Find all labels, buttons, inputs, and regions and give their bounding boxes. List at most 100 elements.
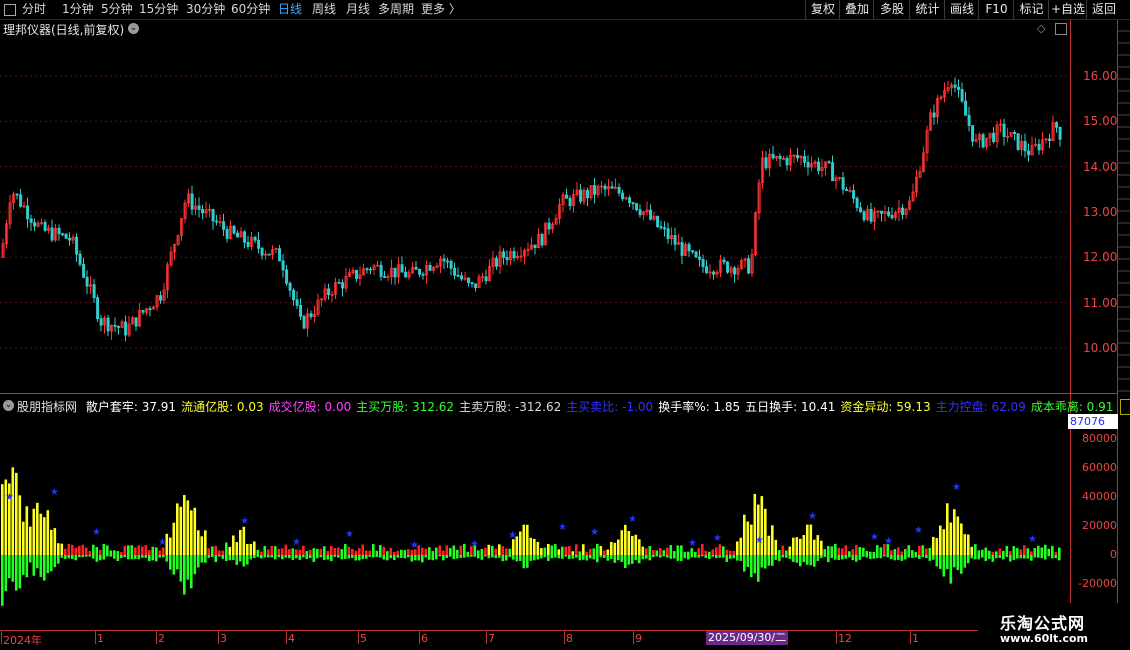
toolbar-button-3[interactable]: 统计 [909, 0, 945, 19]
candle-body [1027, 150, 1031, 156]
indicator-bar [200, 536, 204, 555]
indicator-neg-bar [914, 555, 918, 558]
period-tab-4[interactable]: 30分钟 [186, 2, 225, 17]
indicator-neg-bar [946, 555, 949, 570]
toolbar-button-5[interactable]: F10 [978, 0, 1014, 19]
price-label: 12.00 [1083, 250, 1118, 265]
period-tab-8[interactable]: 月线 [346, 2, 370, 17]
indicator-neg-bar [46, 555, 50, 574]
indicator-bar [1005, 545, 1009, 555]
indicator-neg-bar [970, 555, 974, 559]
candle-body [299, 305, 303, 317]
period-tab-6[interactable]: 日线 [278, 2, 302, 17]
indicator-neg-bar [403, 555, 407, 559]
indicator-menu-icon[interactable]: ⌄ [3, 400, 14, 411]
indicator-bar [592, 548, 596, 555]
indicator-neg-bar [918, 555, 921, 559]
indicator-neg-bar [498, 555, 501, 558]
indicator-neg-bar [102, 555, 106, 560]
candle-body [586, 189, 590, 199]
chevron-down-icon[interactable]: ⌄ [128, 23, 139, 34]
indicator-neg-bar [631, 555, 634, 564]
indicator-bar [232, 535, 235, 555]
period-tab-0[interactable]: 分时 [22, 2, 46, 17]
indicator-bar [806, 524, 809, 555]
indicator-neg-bar [141, 555, 144, 558]
candle-body [467, 277, 471, 284]
indicator-neg-bar [225, 555, 228, 562]
side-tab-icon[interactable] [1120, 399, 1130, 415]
candle-body [638, 209, 642, 216]
indicator-bar [480, 548, 484, 555]
indicator-neg-bar [333, 555, 337, 557]
indicator-bar [4, 479, 8, 555]
indicator-axis-label: 0 [1110, 548, 1117, 561]
indicator-bar [715, 547, 718, 555]
indicator-bar [64, 548, 67, 555]
indicator-neg-bar [869, 555, 872, 559]
maximize-icon[interactable] [1055, 23, 1067, 35]
indicator-neg-bar [43, 555, 46, 581]
candle-body [232, 225, 236, 234]
candle-body [309, 313, 313, 318]
candle-body [124, 321, 128, 336]
candlestick-chart[interactable] [0, 35, 1068, 390]
indicator-bar [921, 545, 925, 555]
indicator-bar [631, 535, 634, 555]
toolbar-button-4[interactable]: 画线 [944, 0, 979, 19]
side-info-strip[interactable] [1118, 20, 1130, 392]
indicator-neg-bar [183, 555, 186, 595]
period-tab-7[interactable]: 周线 [312, 2, 336, 17]
period-tab-10[interactable]: 更多 〉 [421, 2, 461, 17]
toolbar-button-8[interactable]: 返回 [1086, 0, 1121, 19]
period-tab-2[interactable]: 5分钟 [101, 2, 133, 17]
candle-body [890, 215, 894, 219]
indicator-bar [1019, 549, 1023, 555]
period-tab-9[interactable]: 多周期 [378, 2, 414, 17]
window-menu-icon[interactable] [4, 4, 16, 16]
indicator-bar [92, 544, 95, 555]
candle-body [404, 271, 408, 278]
indicator-neg-bar [1005, 555, 1009, 557]
period-tab-3[interactable]: 15分钟 [139, 2, 178, 17]
candle-body [474, 283, 478, 288]
candle-body [803, 156, 807, 163]
indicator-bar [130, 545, 134, 555]
candle-body [817, 161, 821, 172]
indicator-bar [953, 509, 956, 555]
candle-body [26, 205, 30, 220]
candle-body [369, 268, 373, 271]
cursor-date-badge: 2025/09/30/二 [706, 631, 789, 645]
signal-star-icon: ★ [508, 530, 517, 541]
indicator-bar [718, 544, 722, 555]
candle-body [771, 153, 775, 159]
indicator-neg-bar [676, 555, 680, 561]
period-tab-5[interactable]: 60分钟 [231, 2, 270, 17]
toolbar-button-0[interactable]: 复权 [805, 0, 840, 19]
indicator-neg-bar [865, 555, 869, 558]
indicator-bar [438, 545, 442, 555]
indicator-neg-bar [925, 555, 928, 559]
cursor-value-badge: 87076 [1068, 414, 1118, 429]
indicator-bar [701, 543, 704, 555]
indicator-neg-bar [974, 555, 977, 560]
indicator-neg-bar [361, 555, 365, 560]
indicator-neg-bar [711, 555, 715, 557]
indicator-neg-bar [137, 555, 141, 560]
toolbar-button-6[interactable]: 标记 [1013, 0, 1049, 19]
toolbar-button-2[interactable]: 多股 [873, 0, 910, 19]
date-label: 9 [635, 632, 642, 645]
candle-body [712, 271, 716, 275]
indicator-neg-bar [515, 555, 519, 562]
indicator-neg-bar [1009, 555, 1012, 562]
toolbar-button-1[interactable]: 叠加 [839, 0, 874, 19]
diamond-icon[interactable]: ◇ [1037, 22, 1045, 35]
candle-body [292, 289, 296, 301]
toolbar-button-7[interactable]: +自选 [1048, 0, 1087, 19]
period-tab-1[interactable]: 1分钟 [62, 2, 94, 17]
volume-indicator-chart[interactable]: ★ ★ ★ ★ ★ ★ ★ ★ ★ ★ ★ ★ ★ ★ ★ ★ ★ ★ ★ ★ ★ ★ [0, 415, 1068, 629]
indicator-neg-bar [809, 555, 813, 566]
date-tick [633, 630, 634, 644]
indicator-neg-bar [634, 555, 638, 560]
candle-body [1048, 138, 1052, 142]
